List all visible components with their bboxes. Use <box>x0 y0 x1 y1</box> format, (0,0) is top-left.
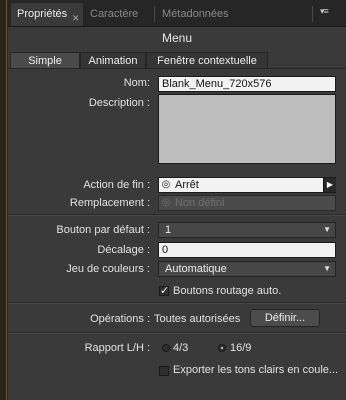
subtab-simple[interactable]: Simple <box>10 52 80 68</box>
subtab-bar: Simple Animation Fenêtre contextuelle <box>8 52 346 69</box>
override-label: Remplacement : <box>69 197 150 209</box>
tab-character[interactable]: Caractère <box>84 3 154 26</box>
default-button-select[interactable]: 1 ▼ <box>158 222 336 238</box>
default-button-value: 1 <box>165 224 172 236</box>
color-set-label: Jeu de couleurs : <box>66 263 150 275</box>
color-set-select[interactable]: Automatique ▼ <box>158 261 336 277</box>
tab-separator <box>312 6 313 22</box>
offset-field[interactable]: 0 <box>158 242 336 258</box>
panel-menu-icon[interactable]: ▾≡ <box>320 6 329 17</box>
end-action-value: Arrêt <box>175 179 199 191</box>
checkmark-icon: ✓ <box>160 285 170 297</box>
tab-properties[interactable]: Propriétés ✕ <box>11 3 83 26</box>
tab-label: Propriétés <box>17 8 68 20</box>
operations-value: Toutes autorisées <box>154 313 241 325</box>
chevron-down-icon: ▼ <box>323 264 331 273</box>
override-value: Non défini <box>175 197 225 209</box>
end-action-field[interactable]: ◎ Arrêt ▶ <box>158 177 336 193</box>
play-arrow-icon[interactable]: ▶ <box>323 178 336 192</box>
subtab-popup-window[interactable]: Fenêtre contextuelle <box>146 52 268 68</box>
pickwhip-icon: ◎ <box>161 197 171 208</box>
auto-routing-label: Boutons routage auto. <box>173 285 282 297</box>
radio-16-9[interactable] <box>218 344 226 352</box>
define-button[interactable]: Définir... <box>250 309 320 327</box>
override-field: ◎ Non défini <box>158 195 336 211</box>
radio-4-3[interactable] <box>162 344 170 352</box>
panel-tab-bar: Propriétés ✕ Caractère Métadonnées ▾≡ <box>8 0 346 27</box>
export-highlights-label: Exporter les tons clairs en coule... <box>173 364 339 376</box>
pickwhip-icon[interactable]: ◎ <box>160 179 172 191</box>
name-field[interactable]: Blank_Menu_720x576 <box>158 76 336 92</box>
name-label: Nom: <box>123 77 150 89</box>
end-action-label: Action de fin : <box>83 179 150 191</box>
section-divider <box>8 214 346 216</box>
auto-routing-checkbox[interactable]: ✓ <box>159 285 170 297</box>
panel-title: Menu <box>161 31 193 45</box>
default-button-label: Bouton par défaut : <box>56 224 150 236</box>
color-set-value: Automatique <box>165 263 227 275</box>
tab-label: Caractère <box>90 8 139 20</box>
tab-label: Métadonnées <box>162 8 229 20</box>
radio-16-9-label: 16/9 <box>230 342 252 354</box>
operations-label: Opérations : <box>90 313 150 325</box>
subtab-animation[interactable]: Animation <box>80 52 146 68</box>
offset-label: Décalage : <box>97 244 150 256</box>
section-divider <box>8 302 346 304</box>
export-highlights-checkbox[interactable] <box>159 366 169 376</box>
radio-4-3-label: 4/3 <box>173 342 189 354</box>
tab-separator <box>154 6 155 22</box>
aspect-ratio-label: Rapport L/H : <box>84 342 150 354</box>
left-panel-edge <box>0 0 8 400</box>
description-field[interactable] <box>158 94 336 164</box>
chevron-down-icon: ▼ <box>323 225 331 234</box>
tab-metadata[interactable]: Métadonnées <box>156 3 256 26</box>
section-divider <box>8 332 346 334</box>
description-label: Description : <box>88 97 150 109</box>
